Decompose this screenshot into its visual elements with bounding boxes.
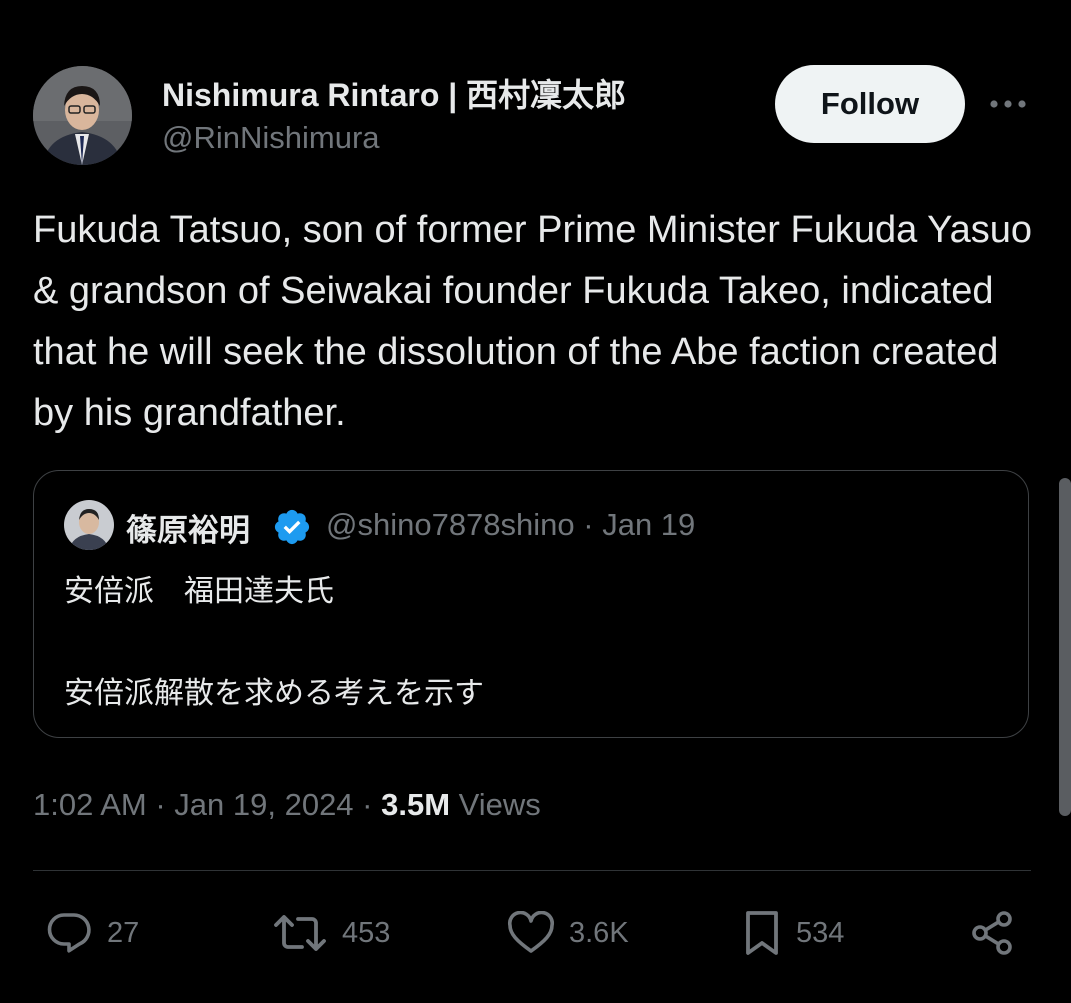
- share-button[interactable]: [968, 908, 1016, 958]
- retweet-icon: [274, 915, 326, 951]
- tweet-timestamp[interactable]: 1:02 AM · Jan 19, 2024 ·: [33, 787, 381, 822]
- like-count: 3.6K: [569, 916, 629, 949]
- tweet-timestamp-row: 1:02 AM · Jan 19, 2024 · 3.5M Views: [33, 787, 541, 823]
- follow-button[interactable]: Follow: [775, 65, 965, 143]
- quote-avatar[interactable]: [64, 500, 114, 550]
- quoted-tweet[interactable]: 篠原裕明 @shino7878shino · Jan 19 安倍派 福田達夫氏 …: [33, 470, 1029, 738]
- bookmark-button[interactable]: 534: [742, 908, 844, 958]
- more-options-button[interactable]: [986, 90, 1030, 118]
- like-icon: [507, 911, 555, 953]
- tweet: Nishimura Rintaro | 西村凜太郎 @RinNishimura …: [0, 0, 1071, 1003]
- quote-text-line-1: 安倍派 福田達夫氏: [64, 575, 334, 608]
- more-icon: [990, 100, 1026, 108]
- author-name[interactable]: Nishimura Rintaro | 西村凜太郎: [162, 70, 626, 116]
- bookmark-icon: [746, 911, 778, 955]
- share-icon: [972, 911, 1012, 955]
- like-button[interactable]: 3.6K: [507, 908, 629, 958]
- quote-author-name[interactable]: 篠原裕明: [126, 505, 250, 550]
- tweet-text: Fukuda Tatsuo, son of former Prime Minis…: [33, 209, 1033, 434]
- retweet-count: 453: [342, 916, 391, 949]
- reply-button[interactable]: 27: [45, 908, 139, 958]
- views-count: 3.5M: [381, 787, 451, 822]
- reply-count: 27: [107, 916, 140, 949]
- author-avatar[interactable]: [33, 66, 132, 165]
- reply-icon: [47, 913, 91, 953]
- views-label: Views: [450, 787, 541, 822]
- quote-handle-date[interactable]: @shino7878shino · Jan 19: [326, 507, 695, 543]
- divider: [33, 870, 1031, 871]
- scrollbar[interactable]: [1059, 478, 1071, 816]
- quote-text-line-2: 安倍派解散を求める考えを示す: [64, 677, 484, 710]
- retweet-button[interactable]: 453: [272, 908, 390, 958]
- verified-badge-icon: [272, 507, 312, 547]
- author-handle[interactable]: @RinNishimura: [162, 120, 380, 156]
- bookmark-count: 534: [796, 916, 845, 949]
